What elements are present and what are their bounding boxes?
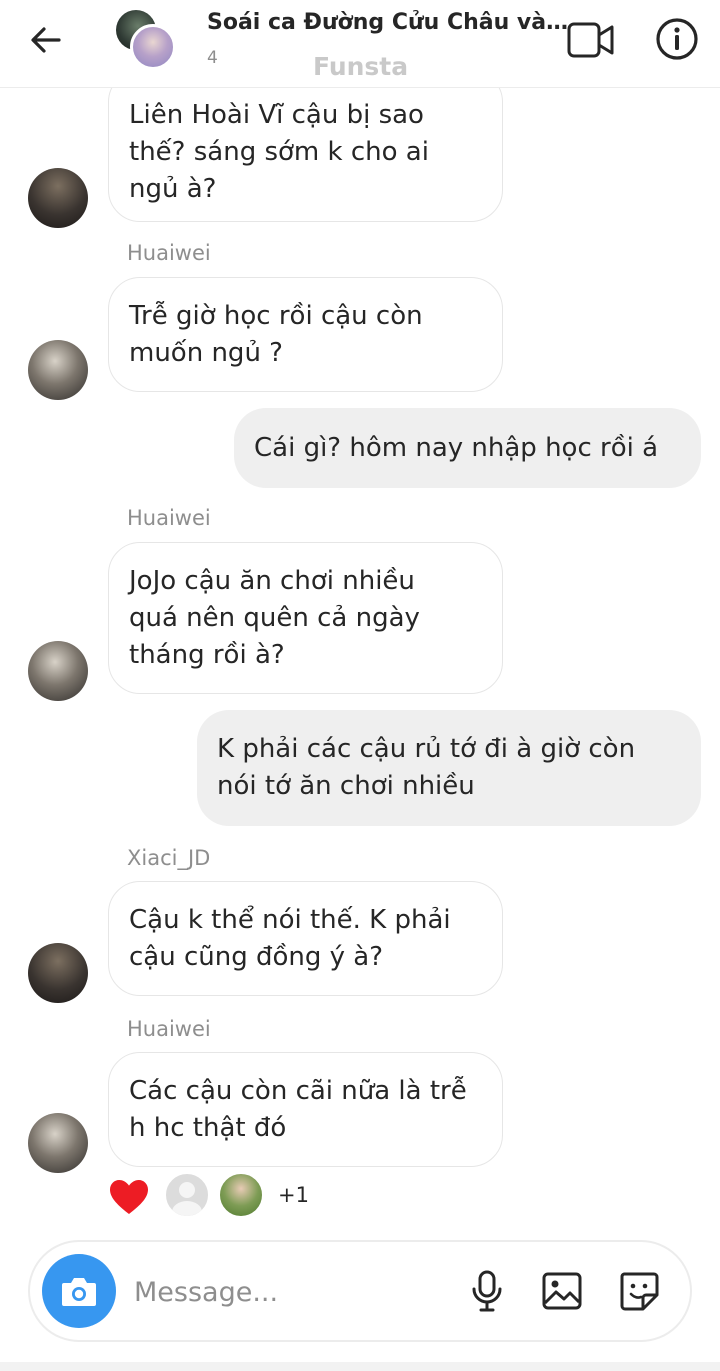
video-call-button[interactable] (566, 18, 616, 62)
sender-name: Huaiwei (127, 1017, 211, 1041)
microphone-icon (472, 1270, 502, 1312)
message-text: Cậu k thể nói thế. K phải (129, 904, 451, 935)
avatar[interactable] (28, 943, 88, 1003)
avatar (164, 1172, 210, 1218)
message-text: ngủ à? (129, 173, 217, 204)
navigation-bar (0, 1362, 720, 1371)
sender-name: Huaiwei (127, 241, 211, 265)
image-icon (542, 1272, 582, 1310)
message-text: Các cậu còn cãi nữa là trễ (129, 1075, 467, 1106)
info-icon (656, 18, 698, 60)
message-bubble[interactable]: Cậu k thể nói thế. K phải cậu cũng đồng … (108, 881, 503, 996)
message-text: quá nên quên cả ngày (129, 602, 420, 633)
sender-name: Xiaci_JD (127, 846, 211, 870)
message-text: tháng rồi à? (129, 639, 285, 670)
message-text: nói tớ ăn chơi nhiều (217, 771, 475, 801)
avatar (130, 24, 176, 70)
reaction-count: +1 (278, 1183, 309, 1207)
message-bubble[interactable]: Trễ giờ học rồi cậu còn muốn ngủ ? (108, 277, 503, 392)
member-count: 4 (207, 48, 218, 68)
group-avatar[interactable] (116, 10, 178, 70)
message-text: muốn ngủ ? (129, 337, 283, 368)
sticker-button[interactable] (616, 1268, 662, 1314)
avatar (218, 1172, 264, 1218)
chat-title[interactable]: Soái ca Đường Cửu Châu và ... (207, 10, 569, 35)
gallery-button[interactable] (539, 1268, 585, 1314)
message-bubble[interactable]: Cái gì? hôm nay nhập học rồi á (234, 408, 701, 488)
message-reactions[interactable]: +1 (108, 1172, 328, 1222)
back-button[interactable] (26, 20, 66, 60)
heart-icon (110, 1180, 148, 1214)
camera-icon (62, 1278, 96, 1306)
message-bubble[interactable]: Các cậu còn cãi nữa là trễ h hc thật đó (108, 1052, 503, 1167)
avatar[interactable] (28, 641, 88, 701)
camera-button[interactable] (42, 1254, 116, 1328)
arrow-left-icon (31, 27, 61, 53)
voice-message-button[interactable] (464, 1268, 510, 1314)
sticker-icon (620, 1272, 659, 1311)
message-thread[interactable]: Liên Hoài Vĩ cậu bị sao thế? sáng sớm k … (0, 0, 720, 1240)
message-text: Cái gì? hôm nay nhập học rồi á (254, 432, 659, 463)
message-text: Trễ giờ học rồi cậu còn (129, 300, 423, 331)
video-camera-icon (567, 22, 614, 58)
avatar[interactable] (28, 168, 88, 228)
message-bubble[interactable]: Liên Hoài Vĩ cậu bị sao thế? sáng sớm k … (108, 70, 503, 222)
message-text: Liên Hoài Vĩ cậu bị sao (129, 99, 424, 130)
message-bubble[interactable]: JoJo cậu ăn chơi nhiều quá nên quên cả n… (108, 542, 503, 694)
message-bubble[interactable]: K phải các cậu rủ tớ đi à giờ còn nói tớ… (197, 710, 701, 826)
avatar[interactable] (28, 340, 88, 400)
message-input[interactable] (134, 1266, 454, 1318)
info-button[interactable] (654, 16, 700, 62)
message-text: cậu cũng đồng ý à? (129, 941, 384, 972)
message-text: JoJo cậu ăn chơi nhiều (129, 565, 415, 596)
app-label: Funsta (313, 52, 409, 81)
message-text: K phải các cậu rủ tớ đi à giờ còn (217, 734, 636, 764)
avatar[interactable] (28, 1113, 88, 1173)
chat-header: Soái ca Đường Cửu Châu và ... 4 Funsta (0, 0, 720, 88)
message-text: thế? sáng sớm k cho ai (129, 136, 429, 167)
sender-name: Huaiwei (127, 506, 211, 530)
message-text: h hc thật đó (129, 1112, 287, 1143)
message-composer (28, 1240, 692, 1342)
